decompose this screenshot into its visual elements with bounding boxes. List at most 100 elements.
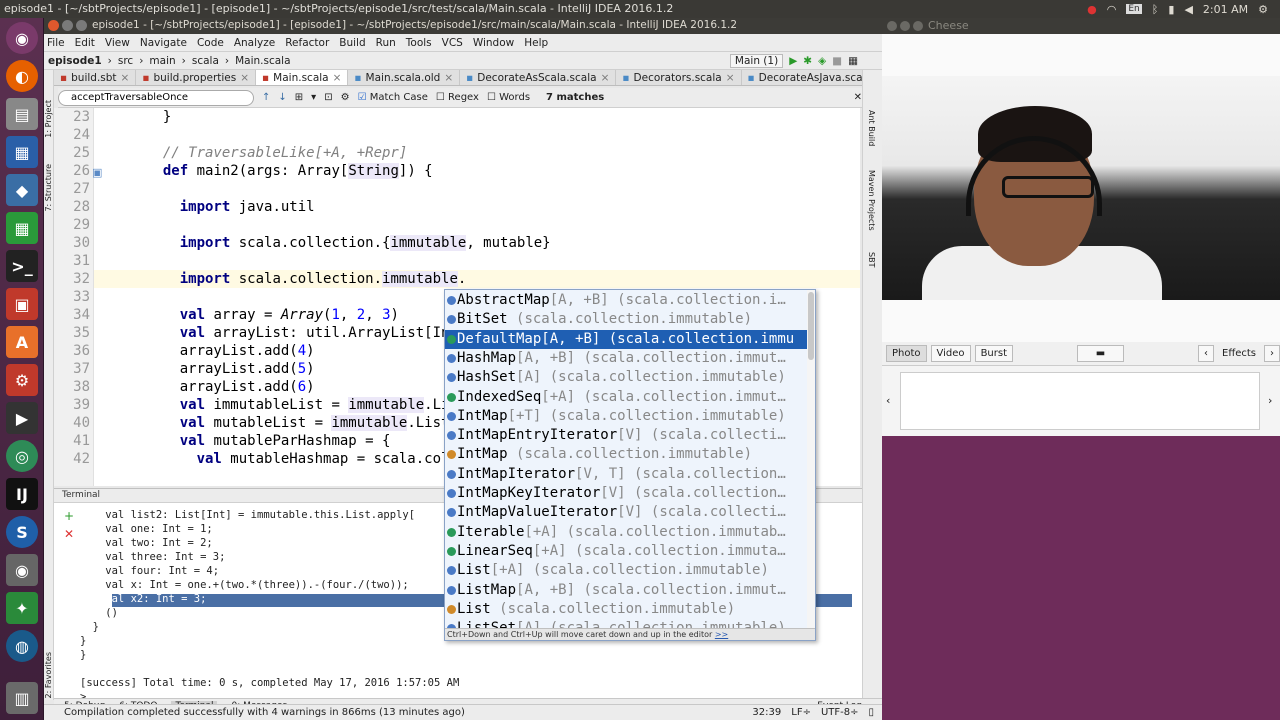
completion-item[interactable]: ListMap[A, +B] (scala.collection.immut… (445, 581, 807, 600)
tool-icon[interactable]: ✦ (6, 592, 38, 624)
code-line[interactable]: val mutableParHashmap = { (146, 433, 391, 449)
menu-view[interactable]: View (105, 37, 130, 49)
completion-item[interactable]: IntMapIterator[V, T] (scala.collection… (445, 465, 807, 484)
menu-file[interactable]: File (47, 37, 65, 49)
cheese-icon[interactable]: ◉ (6, 554, 38, 586)
editor-tab[interactable]: ▪ build.sbt × (54, 70, 137, 85)
burst-mode-button[interactable]: Burst (974, 345, 1014, 362)
close-tab-icon[interactable]: × (240, 72, 249, 84)
menu-window[interactable]: Window (473, 37, 514, 49)
settings-icon[interactable]: ⚙ (6, 364, 38, 396)
power-icon[interactable]: ⚙ (1258, 3, 1268, 16)
take-photo-button[interactable]: ▬ (1077, 345, 1124, 362)
software-center-icon[interactable]: A (6, 326, 38, 358)
file-encoding[interactable]: UTF-8÷ (821, 705, 859, 720)
find-input[interactable] (58, 89, 254, 106)
structure-tool-button[interactable]: 7: Structure (44, 164, 53, 212)
close-tab-icon[interactable]: × (726, 72, 735, 84)
menu-help[interactable]: Help (524, 37, 548, 49)
add-occurrence-icon[interactable]: ⊞ (295, 92, 303, 103)
code-line[interactable]: arrayList.add(5) (146, 361, 315, 377)
ant-build-tool-button[interactable]: Ant Build (867, 110, 876, 146)
globe-icon[interactable]: ◍ (6, 630, 38, 662)
caret-position[interactable]: 32:39 (752, 705, 781, 720)
nav-main[interactable]: main (149, 55, 175, 67)
completion-item[interactable]: IntMapValueIterator[V] (scala.collecti… (445, 503, 807, 522)
sbt-tool-button[interactable]: SBT (867, 252, 876, 267)
editor-tab[interactable]: ▪ DecorateAsScala.scala × (460, 70, 617, 85)
settings-icon[interactable]: ⚙ (341, 92, 350, 103)
completion-item[interactable]: HashMap[A, +B] (scala.collection.immut… (445, 349, 807, 368)
close-session-icon[interactable]: ✕ (64, 527, 74, 541)
trash-icon[interactable]: ▥ (6, 682, 38, 714)
thumbnail-view[interactable] (900, 372, 1260, 430)
nav-episode1[interactable]: episode1 (48, 55, 102, 67)
code-line[interactable]: val arrayList: util.ArrayList[Int (146, 325, 458, 341)
maximize-window-button[interactable] (76, 20, 87, 31)
code-line[interactable]: import scala.collection.{immutable, muta… (146, 235, 551, 251)
completion-scrollbar[interactable] (807, 290, 815, 628)
coverage-icon[interactable]: ◈ (818, 55, 826, 67)
prev-effect-icon[interactable]: ‹ (1198, 345, 1214, 362)
editor-tab[interactable]: ▪ Decorators.scala × (616, 70, 742, 85)
intellij-icon[interactable]: IJ (6, 478, 38, 510)
next-occurrence-icon[interactable]: ↓ (278, 92, 286, 103)
nav-scala[interactable]: scala (192, 55, 219, 67)
completion-item[interactable]: IndexedSeq[+A] (scala.collection.immut… (445, 388, 807, 407)
virtualbox-icon[interactable]: ◆ (6, 174, 38, 206)
completion-item[interactable]: HashSet[A] (scala.collection.immutable) (445, 368, 807, 387)
menu-analyze[interactable]: Analyze (234, 37, 275, 49)
terminal-icon[interactable]: >_ (6, 250, 38, 282)
project-tool-button[interactable]: 1: Project (44, 100, 53, 138)
code-line[interactable]: import scala.collection.immutable. (146, 271, 466, 287)
editor-tab[interactable]: ▪ build.properties × (136, 70, 257, 85)
menu-build[interactable]: Build (339, 37, 365, 49)
editor-tab[interactable]: ▪ Main.scala.old × (348, 70, 461, 85)
photo-mode-button[interactable]: Photo (886, 345, 927, 362)
code-line[interactable]: val immutableList = immutable.Lis (146, 397, 458, 413)
scala-icon[interactable]: S (6, 516, 38, 548)
wifi-icon[interactable]: ◠ (1107, 3, 1117, 16)
completion-item[interactable]: List (scala.collection.immutable) (445, 600, 807, 619)
volume-icon[interactable]: ◀ (1184, 3, 1192, 16)
lock-icon[interactable]: ▯ (868, 705, 874, 720)
code-line[interactable]: arrayList.add(4) (146, 343, 315, 359)
close-window-button[interactable] (887, 21, 897, 31)
project-structure-icon[interactable]: ▦ (848, 55, 858, 67)
completion-item[interactable]: Iterable[+A] (scala.collection.immutab… (445, 523, 807, 542)
impress-icon[interactable]: ▣ (6, 288, 38, 320)
completion-item[interactable]: BitSet (scala.collection.immutable) (445, 310, 807, 329)
close-tab-icon[interactable]: × (333, 72, 342, 84)
close-tab-icon[interactable]: × (444, 72, 453, 84)
nav-src[interactable]: src (118, 55, 133, 67)
video-editor-icon[interactable]: ▶ (6, 402, 38, 434)
menu-code[interactable]: Code (197, 37, 224, 49)
completion-popup[interactable]: AbstractMap[A, +B] (scala.collection.i… B… (444, 289, 816, 641)
match-case-checkbox[interactable]: ☑ Match Case (358, 92, 428, 103)
video-mode-button[interactable]: Video (930, 345, 971, 362)
chrome-icon[interactable]: ◎ (6, 440, 38, 472)
maven-projects-tool-button[interactable]: Maven Projects (867, 170, 876, 231)
firefox-icon[interactable]: ◐ (6, 60, 38, 92)
completion-item[interactable]: LinearSeq[+A] (scala.collection.immuta… (445, 542, 807, 561)
completion-item[interactable]: IntMapEntryIterator[V] (scala.collecti… (445, 426, 807, 445)
menu-navigate[interactable]: Navigate (140, 37, 187, 49)
code-line[interactable]: import java.util (146, 199, 315, 215)
favorites-tool-button[interactable]: 2: Favorites (44, 652, 53, 698)
new-session-icon[interactable]: + (64, 509, 74, 523)
minimize-window-button[interactable] (62, 20, 73, 31)
code-line[interactable]: } (146, 109, 171, 125)
completion-item[interactable]: IntMapKeyIterator[V] (scala.collection… (445, 484, 807, 503)
calc-icon[interactable]: ▦ (6, 212, 38, 244)
run-config-select[interactable]: Main (1) (729, 53, 784, 68)
code-line[interactable]: val array = Array(1, 2, 3) (146, 307, 399, 323)
filter-icon[interactable]: ▾ (311, 92, 316, 103)
completion-item[interactable]: AbstractMap[A, +B] (scala.collection.i… (445, 291, 807, 310)
completion-scroll-thumb[interactable] (808, 292, 814, 360)
completion-item[interactable]: IntMap (scala.collection.immutable) (445, 445, 807, 464)
clock[interactable]: 2:01 AM (1203, 3, 1248, 16)
words-checkbox[interactable]: ☐ Words (487, 92, 530, 103)
nav-main-scala[interactable]: Main.scala (235, 55, 290, 67)
completion-item[interactable]: DefaultMap[A, +B] (scala.collection.immu (445, 329, 807, 349)
select-all-icon[interactable]: ⊡ (324, 92, 332, 103)
